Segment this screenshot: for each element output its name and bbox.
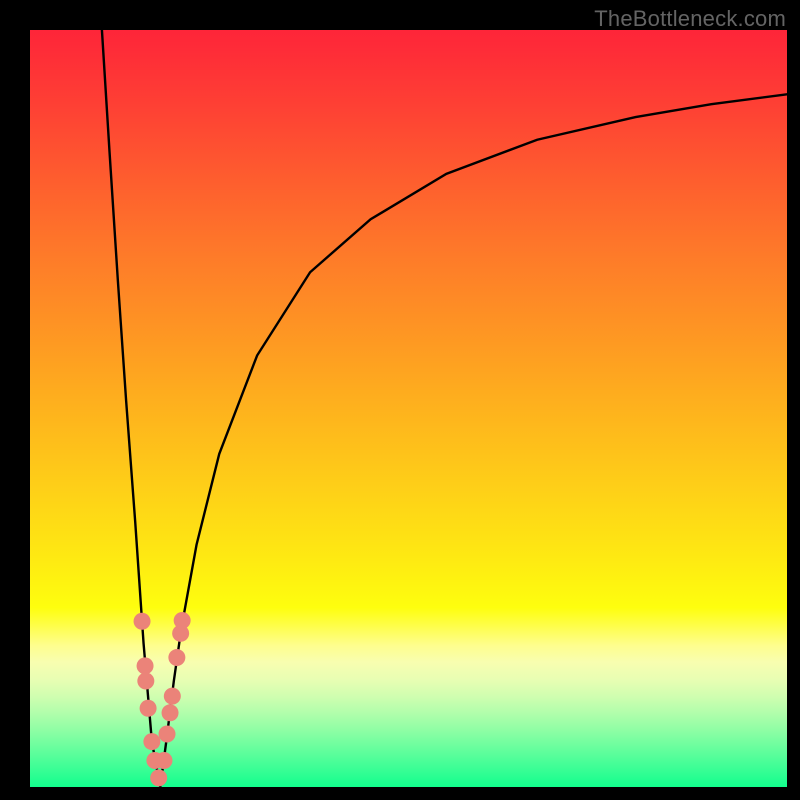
marker-dot [140, 700, 157, 717]
bottleneck-curve-left [102, 30, 160, 787]
plot-area [30, 30, 787, 787]
marker-dot [134, 613, 151, 630]
watermark-text: TheBottleneck.com [594, 6, 786, 32]
marker-dot [137, 657, 154, 674]
chart-frame: TheBottleneck.com [0, 0, 800, 800]
marker-dot [174, 612, 191, 629]
marker-dot [168, 649, 185, 666]
bottleneck-curve-right [160, 94, 787, 787]
marker-dot [150, 769, 167, 786]
marker-dot [162, 704, 179, 721]
marker-dot [164, 688, 181, 705]
marker-dot [137, 673, 154, 690]
marker-dot [155, 752, 172, 769]
marker-dot [143, 733, 160, 750]
marker-dot [159, 726, 176, 743]
curve-layer [30, 30, 787, 787]
